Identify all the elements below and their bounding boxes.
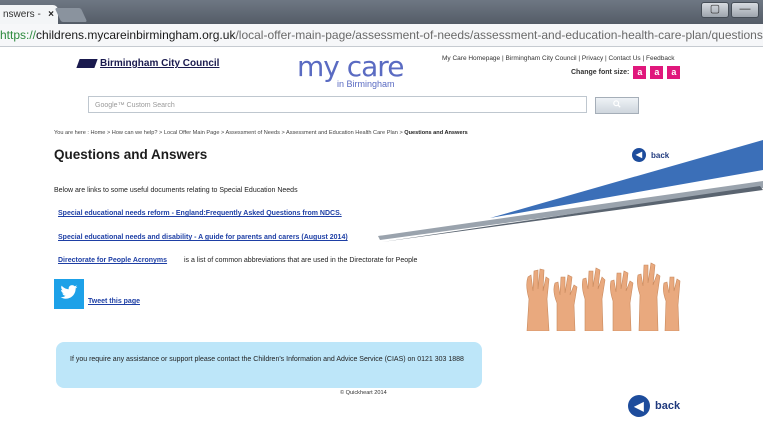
search-input[interactable]: Google™ Custom Search bbox=[88, 96, 587, 113]
tab-close-icon[interactable]: × bbox=[48, 5, 54, 24]
font-size-large-button[interactable]: a bbox=[667, 66, 681, 79]
support-info-box: If you require any assistance or support… bbox=[56, 342, 482, 388]
new-tab-button[interactable] bbox=[54, 8, 88, 22]
twitter-bird-icon bbox=[60, 285, 78, 299]
top-links[interactable]: My Care Homepage | Birmingham City Counc… bbox=[442, 55, 675, 62]
browser-tab-bar: nswers - × ▢ — bbox=[0, 0, 763, 24]
acronyms-description: is a list of common abbreviations that a… bbox=[184, 257, 418, 264]
url-path: /local-offer-main-page/assessment-of-nee… bbox=[235, 28, 763, 42]
back-arrow-icon: ◀ bbox=[628, 395, 650, 417]
twitter-icon[interactable] bbox=[54, 279, 84, 309]
font-size-medium-button[interactable]: a bbox=[650, 66, 664, 79]
breadcrumb-current: Questions and Answers bbox=[404, 130, 468, 136]
font-size-label: Change font size: bbox=[571, 69, 630, 76]
mycare-logo-sub: in Birmingham bbox=[337, 79, 395, 89]
minimize-icon[interactable]: — bbox=[731, 2, 759, 18]
search-button[interactable] bbox=[595, 97, 639, 114]
council-name: Birmingham City Council bbox=[100, 58, 220, 69]
search-icon bbox=[613, 100, 621, 108]
url-host: childrens.mycareinbirmingham.org.uk bbox=[36, 28, 236, 42]
council-logo[interactable]: Birmingham City Council bbox=[76, 58, 220, 69]
back-label: back bbox=[651, 150, 670, 160]
tweet-link[interactable]: Tweet this page bbox=[88, 298, 140, 305]
address-bar[interactable]: https://childrens.mycareinbirmingham.org… bbox=[0, 24, 763, 47]
back-label: back bbox=[655, 400, 681, 412]
breadcrumb-path[interactable]: You are here : Home > How can we help? >… bbox=[54, 130, 404, 136]
back-arrow-icon: ◀ bbox=[632, 148, 646, 162]
intro-text: Below are links to some useful documents… bbox=[54, 187, 298, 194]
page-title: Questions and Answers bbox=[54, 147, 208, 162]
copyright: © Quickheart 2014 bbox=[340, 390, 387, 396]
link-sen-reform-faq[interactable]: Special educational needs reform - Engla… bbox=[58, 210, 342, 217]
back-link-top[interactable]: ◀ back bbox=[632, 148, 669, 162]
council-emblem-icon bbox=[76, 58, 98, 68]
window-controls: ▢ — bbox=[701, 2, 759, 18]
link-directorate-acronyms[interactable]: Directorate for People Acronyms bbox=[58, 257, 167, 264]
link-sen-guide-parents[interactable]: Special educational needs and disability… bbox=[58, 234, 348, 241]
browser-tab[interactable]: nswers - × bbox=[0, 5, 58, 24]
breadcrumb[interactable]: You are here : Home > How can we help? >… bbox=[54, 130, 468, 136]
tab-title: nswers - bbox=[3, 9, 41, 20]
back-link-bottom[interactable]: ◀ back bbox=[628, 395, 680, 417]
url-scheme: https:// bbox=[0, 28, 37, 42]
mycare-logo[interactable]: my care in Birmingham bbox=[297, 50, 404, 89]
font-size-control: Change font size: a a a bbox=[571, 66, 681, 79]
font-size-small-button[interactable]: a bbox=[633, 66, 647, 79]
raised-hands-image bbox=[526, 262, 681, 331]
restore-icon[interactable]: ▢ bbox=[701, 2, 729, 18]
